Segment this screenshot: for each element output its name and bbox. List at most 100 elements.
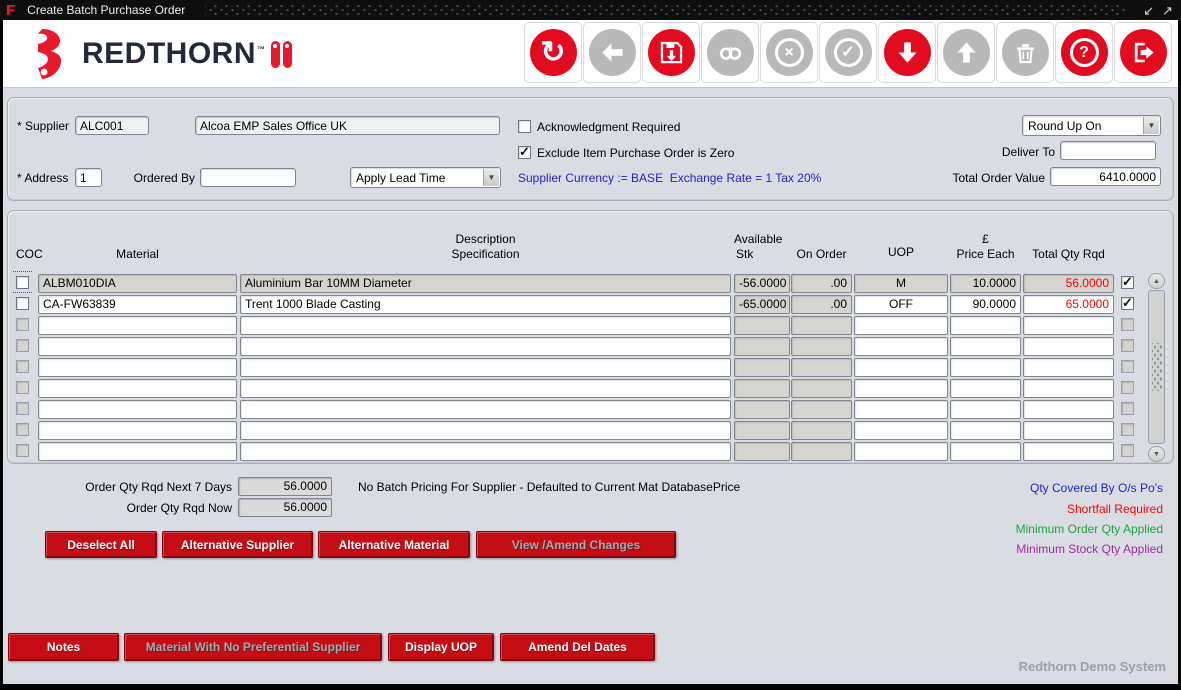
available-stk-cell xyxy=(734,337,790,356)
on-order-cell xyxy=(791,379,852,398)
row-select-checkbox xyxy=(1121,444,1134,457)
forms-app-icon: F xyxy=(6,2,15,19)
price-each-cell xyxy=(950,316,1021,335)
toolbar-frame-back xyxy=(583,22,641,83)
material-cell xyxy=(38,400,237,419)
uop-cell[interactable]: OFF xyxy=(854,295,948,314)
scroll-down-icon[interactable]: ▼ xyxy=(1148,446,1165,462)
deliver-to-label: Deliver To xyxy=(955,145,1055,159)
total-qty-rqd-cell[interactable]: 65.0000 xyxy=(1023,295,1114,314)
maximize-window-icon[interactable]: ↗ xyxy=(1162,4,1173,17)
deselect-all-button[interactable]: Deselect All xyxy=(45,531,157,558)
deliver-to-field[interactable] xyxy=(1060,141,1156,160)
material-cell[interactable]: ALBM010DIA xyxy=(38,274,237,293)
material-cell xyxy=(38,421,237,440)
toolbar-move-down-button[interactable] xyxy=(884,29,931,76)
coc-checkbox[interactable] xyxy=(16,297,29,310)
toolbar-save-button[interactable] xyxy=(648,29,695,76)
window-title: Create Batch Purchase Order xyxy=(27,3,185,17)
redthorn-thorn-icon xyxy=(28,28,72,80)
toolbar-cancel-button[interactable]: × xyxy=(766,29,813,76)
toolbar-move-up-button[interactable] xyxy=(943,29,990,76)
address-field[interactable] xyxy=(75,168,102,187)
uop-cell[interactable]: M xyxy=(854,274,948,293)
toolbar-help-button[interactable]: ? xyxy=(1061,29,1108,76)
lead-time-dropdown[interactable]: Apply Lead Time ▼ xyxy=(350,167,501,188)
row-select-checkbox[interactable] xyxy=(1121,297,1134,310)
uop-column-header: UOP xyxy=(854,245,948,259)
move-down-icon xyxy=(894,39,921,66)
total-order-value-field[interactable] xyxy=(1050,167,1161,186)
material-cell xyxy=(38,316,237,335)
price-each-cell[interactable]: 10.0000 xyxy=(950,274,1021,293)
create-batch-purchase-order-window: { "window": { "title": "Create Batch Pur… xyxy=(0,0,1181,690)
total-qty-rqd-cell[interactable]: 56.0000 xyxy=(1023,274,1114,293)
supplier-code-field[interactable] xyxy=(75,116,149,135)
coc-checkbox xyxy=(16,423,29,436)
restore-window-icon[interactable]: ↙ xyxy=(1143,4,1154,17)
uop-cell xyxy=(854,337,948,356)
order-qty-next7-value: 56.0000 xyxy=(238,477,332,496)
scrollbar-thumb[interactable] xyxy=(1148,290,1165,444)
help-icon: ? xyxy=(1070,38,1099,67)
acknowledgment-required-label: Acknowledgment Required xyxy=(537,120,680,134)
row-select-checkbox[interactable] xyxy=(1121,276,1134,289)
toolbar-delete-button[interactable] xyxy=(1002,29,1049,76)
material-cell[interactable]: CA-FW63839 xyxy=(38,295,237,314)
acknowledgment-required-checkbox[interactable] xyxy=(518,120,531,133)
round-up-dropdown[interactable]: Round Up On ▼ xyxy=(1022,115,1161,136)
uop-cell xyxy=(854,379,948,398)
row-select-checkbox xyxy=(1121,381,1134,394)
exclude-item-zero-checkbox[interactable] xyxy=(518,146,531,159)
available-stk-cell: -56.0000 xyxy=(734,274,790,293)
price-each-cell xyxy=(950,442,1021,461)
notes-button[interactable]: Notes xyxy=(8,633,119,661)
coc-checkbox[interactable] xyxy=(16,276,29,289)
material-with-no-preferential-supplier-button: Material With No Preferential Supplier xyxy=(124,633,382,661)
alternative-material-button[interactable]: Alternative Material xyxy=(318,531,470,558)
order-qty-now-value: 56.0000 xyxy=(238,498,332,517)
toolbar-back-button[interactable] xyxy=(589,29,636,76)
exit-icon xyxy=(1130,39,1157,66)
description-column-header: Description xyxy=(240,232,731,246)
approve-icon: ✓ xyxy=(834,38,863,67)
trademark-symbol: ™ xyxy=(257,45,266,54)
specification-column-header: Specification xyxy=(240,247,731,261)
ordered-by-field[interactable] xyxy=(200,168,296,187)
ordered-by-label: Ordered By xyxy=(115,171,195,185)
price-each-cell[interactable]: 90.0000 xyxy=(950,295,1021,314)
toolbar-approve-button[interactable]: ✓ xyxy=(825,29,872,76)
toolbar-search-button[interactable] xyxy=(707,29,754,76)
batch-pricing-message: No Batch Pricing For Supplier - Defaulte… xyxy=(358,480,740,494)
legend-minimum-stock-qty-applied: Minimum Stock Qty Applied xyxy=(1016,542,1163,556)
description-cell[interactable]: Trent 1000 Blade Casting xyxy=(240,295,731,314)
chevron-down-icon[interactable]: ▼ xyxy=(1143,117,1159,134)
supplier-label: * Supplier xyxy=(17,119,69,133)
title-bar: F Create Batch Purchase Order ↙ ↗ xyxy=(0,0,1181,20)
brand-name: REDTHORN™ xyxy=(82,37,266,71)
uop-cell xyxy=(854,358,948,377)
move-up-icon xyxy=(953,39,980,66)
uop-cell xyxy=(854,442,948,461)
toolbar-frame-move-up xyxy=(937,22,995,83)
toolbar-refresh-button[interactable]: ↻ xyxy=(530,29,577,76)
supplier-name-field[interactable] xyxy=(195,116,500,135)
display-uop-button[interactable]: Display UOP xyxy=(388,633,494,661)
currency-symbol-header: £ xyxy=(950,232,1021,246)
on-order-column-header: On Order xyxy=(791,247,852,261)
view-amend-changes-button: View /Amend Changes xyxy=(476,531,676,558)
description-cell[interactable]: Aluminium Bar 10MM Diameter xyxy=(240,274,731,293)
row-select-checkbox xyxy=(1121,339,1134,352)
amend-del-dates-button[interactable]: Amend Del Dates xyxy=(500,633,655,661)
lead-time-value: Apply Lead Time xyxy=(356,171,445,185)
legend-shortfall-required: Shortfall Required xyxy=(1067,502,1163,516)
coc-checkbox xyxy=(16,318,29,331)
available-stk-cell xyxy=(734,316,790,335)
scroll-up-icon[interactable]: ▲ xyxy=(1148,273,1165,289)
chevron-down-icon[interactable]: ▼ xyxy=(483,169,499,186)
toolbar-frame-save xyxy=(642,22,700,83)
brand-bars-icon xyxy=(271,41,292,68)
toolbar-exit-button[interactable] xyxy=(1120,29,1167,76)
alternative-supplier-button[interactable]: Alternative Supplier xyxy=(162,531,313,558)
toolbar-frame-cancel: × xyxy=(760,22,818,83)
